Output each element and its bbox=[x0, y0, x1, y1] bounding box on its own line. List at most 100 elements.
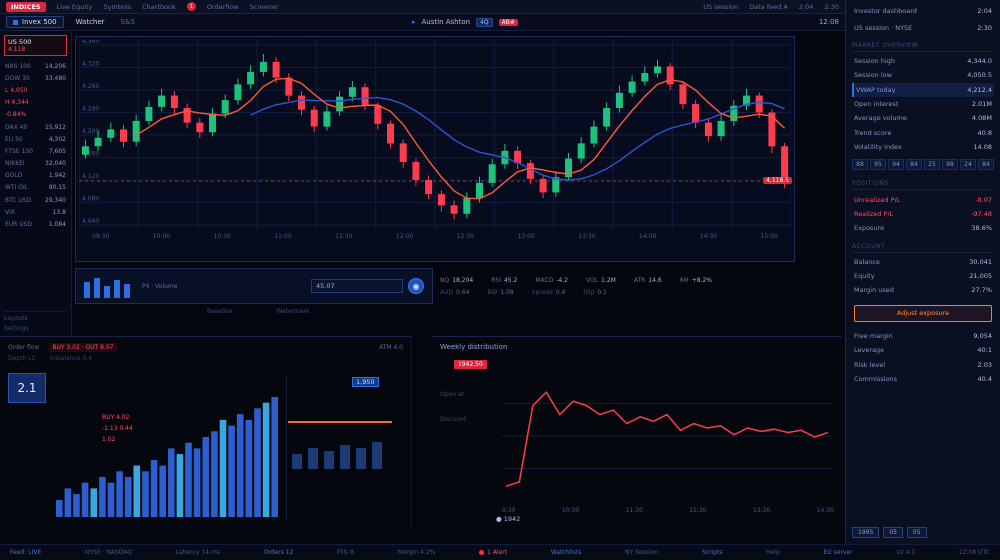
statusbar-item[interactable]: Watchlists bbox=[551, 549, 582, 556]
topbar-item[interactable]: 2:04 bbox=[799, 3, 814, 11]
statusbar-item[interactable]: Latency 14 ms bbox=[176, 549, 220, 556]
section-title-account: Account bbox=[852, 243, 994, 253]
panel-row[interactable]: Balance30,041 bbox=[852, 255, 994, 269]
svg-text:4,280: 4,280 bbox=[82, 83, 99, 90]
panel-row[interactable]: Margin used27.7% bbox=[852, 283, 994, 297]
statusbar-item[interactable]: Margin 4.2% bbox=[398, 549, 436, 556]
watchlist-item[interactable]: EU 504,302 bbox=[4, 133, 67, 145]
statusbar-item[interactable]: NY Session bbox=[625, 549, 658, 556]
mini-volume-chart bbox=[84, 274, 134, 298]
x-axis-label: 12:30 bbox=[457, 233, 474, 240]
statusbar-item[interactable]: Fills 8 bbox=[337, 549, 354, 556]
search-box: ◉ bbox=[311, 278, 424, 294]
watchlist-item[interactable]: -0.84% bbox=[4, 109, 67, 121]
watchlist-footer-item[interactable]: Settings bbox=[4, 325, 67, 332]
panel-row[interactable]: Equity21,005 bbox=[852, 269, 994, 283]
panel-row[interactable]: Free margin9,054 bbox=[852, 329, 994, 343]
watchlist-item[interactable]: DOW 3033,480 bbox=[4, 72, 67, 84]
topbar-item[interactable]: US session bbox=[703, 3, 738, 11]
watchlist-item[interactable]: VIX13.8 bbox=[4, 206, 67, 218]
statusbar-item[interactable]: Help bbox=[766, 549, 780, 556]
statusbar-item[interactable]: 1 Alert bbox=[479, 549, 507, 556]
watchlist-item[interactable]: WTI OIL80.15 bbox=[4, 182, 67, 194]
watchlist-item[interactable]: FTSE 1007,605 bbox=[4, 145, 67, 157]
watchlist-item[interactable]: L 4,050 bbox=[4, 84, 67, 96]
panel-row[interactable]: Session low4,050.5 bbox=[852, 68, 994, 82]
footer-chip[interactable]: 05 bbox=[907, 527, 927, 538]
watchlist-selected[interactable]: US 500 4,118 bbox=[4, 35, 67, 56]
account-name[interactable]: Austin Ashton bbox=[422, 18, 471, 26]
profile-button[interactable]: ◉ bbox=[408, 278, 424, 294]
panel-row[interactable]: Leverage40:1 bbox=[852, 343, 994, 357]
watchlist-sidebar: US 500 4,118 NAS 10014,206DOW 3033,480L … bbox=[0, 31, 72, 336]
adjust-exposure-button[interactable]: Adjust exposure bbox=[854, 305, 992, 322]
watchlist-item[interactable]: NAS 10014,206 bbox=[4, 60, 67, 72]
watchlist-item[interactable]: EUR USD1.084 bbox=[4, 218, 67, 230]
statusbar-item[interactable]: v2.4.1 bbox=[896, 549, 915, 556]
x-axis-label: 14:30 bbox=[817, 507, 834, 514]
watchlist-item[interactable]: H 4,344 bbox=[4, 97, 67, 109]
watchlist-item[interactable]: BTC USD29,340 bbox=[4, 194, 67, 206]
strip-cell: 88 bbox=[852, 159, 868, 170]
price-badge: 1942.50 bbox=[454, 360, 487, 369]
x-axis: 09:3010:0010:3011:0011:3012:0012:3013:00… bbox=[76, 233, 794, 240]
panel-row[interactable]: Commissions40.4 bbox=[852, 372, 994, 386]
volume-profile-chart bbox=[56, 393, 280, 517]
symbol-selector[interactable]: Invex 500 bbox=[6, 16, 64, 28]
topbar-item[interactable]: INDICES bbox=[6, 2, 46, 12]
main-chart-panel: 4,3604,3204,2804,2404,2004,1604,1204,080… bbox=[75, 36, 795, 262]
statusbar-item[interactable]: EU server bbox=[824, 549, 853, 556]
x-axis-label: 12:30 bbox=[689, 507, 706, 514]
statusbar-item[interactable]: Scripts bbox=[702, 549, 723, 556]
toolbar: Invex 500 Watcher S&S ▸ Austin Ashton 4Q… bbox=[0, 14, 845, 31]
topbar-item[interactable]: Screener bbox=[250, 3, 279, 11]
panel-row[interactable]: Average volume4.08M bbox=[852, 111, 994, 125]
topbar-item[interactable]: 2:30 bbox=[824, 3, 839, 11]
indicator-strip: NQ18,204RSI45.2MACD-4.2VOL1.2MATR14.66M+… bbox=[440, 268, 796, 304]
aux-bars-chart bbox=[292, 435, 392, 469]
panel-row[interactable]: Volatility index14.08 bbox=[852, 140, 994, 154]
panel-row[interactable]: VWAP today4,212.4 bbox=[852, 83, 994, 97]
stat-item: NQ18,204 bbox=[440, 277, 473, 284]
panel-row[interactable]: Exposure38.6% bbox=[852, 221, 994, 235]
orderflow-alert: BUY 3.02 · OUT 8.07 bbox=[49, 343, 116, 352]
topbar-item[interactable]: Symbols bbox=[103, 3, 131, 11]
strip-cell: 25 bbox=[924, 159, 940, 170]
market-rows: Session high4,344.0Session low4,050.5VWA… bbox=[852, 54, 994, 155]
panel-row[interactable]: Risk level2.03 bbox=[852, 357, 994, 371]
statusbar-item[interactable]: NYSE · NASDAQ bbox=[85, 549, 132, 556]
statusbar-item[interactable]: Orders 12 bbox=[264, 549, 294, 556]
footer-chip[interactable]: 1995 bbox=[852, 527, 879, 538]
search-input[interactable] bbox=[311, 279, 403, 293]
panel-title: Investor dashboard bbox=[854, 7, 917, 15]
notification-dot[interactable]: 1 bbox=[187, 2, 196, 11]
tab-ss[interactable]: S&S bbox=[117, 18, 139, 26]
footer-chip[interactable]: 05 bbox=[883, 527, 903, 538]
statusbar-item[interactable]: Feed: LIVE bbox=[10, 549, 41, 556]
topbar-item[interactable]: Live Equity bbox=[57, 3, 93, 11]
topbar-item[interactable]: Data feed A bbox=[749, 3, 788, 11]
panel-row[interactable]: Session high4,344.0 bbox=[852, 54, 994, 68]
section-labels: BaselineWatermark bbox=[75, 308, 795, 315]
volume-subpanel: P4 · Volume ◉ bbox=[75, 268, 433, 304]
position-size-box[interactable]: 2.1 bbox=[8, 373, 46, 403]
right-panel-header: Investor dashboard 2:04 bbox=[852, 4, 994, 18]
panel-row[interactable]: Open interest2.01M bbox=[852, 97, 994, 111]
alert-badge[interactable]: AB# bbox=[499, 19, 518, 26]
stat-item: 6M+8.2% bbox=[680, 277, 712, 284]
account-rows: Balance30,041Equity21,005Margin used27.7… bbox=[852, 255, 994, 298]
topbar-item[interactable]: Chartbook bbox=[142, 3, 176, 11]
panel-row[interactable]: Realized P/L-97.48 bbox=[852, 207, 994, 221]
watchlist-item[interactable]: NIKKEI32,040 bbox=[4, 158, 67, 170]
watchlist-footer-item[interactable]: Layouts bbox=[4, 315, 67, 322]
candlestick-chart[interactable]: 4,3604,3204,2804,2404,2004,1604,1204,080… bbox=[79, 40, 791, 230]
statusbar-item[interactable]: 12:08 UTC bbox=[959, 549, 990, 556]
tab-watcher[interactable]: Watcher bbox=[72, 18, 109, 26]
right-panel-subheader: US session · NYSE 2:30 bbox=[852, 20, 994, 34]
clock: 12:08 bbox=[819, 18, 839, 26]
panel-row[interactable]: Trend score40.8 bbox=[852, 126, 994, 140]
topbar-item[interactable]: Orderflow bbox=[207, 3, 239, 11]
watchlist-item[interactable]: GOLD1,942 bbox=[4, 170, 67, 182]
watchlist-item[interactable]: DAX 4015,912 bbox=[4, 121, 67, 133]
panel-row[interactable]: Unrealized P/L-8.07 bbox=[852, 192, 994, 206]
